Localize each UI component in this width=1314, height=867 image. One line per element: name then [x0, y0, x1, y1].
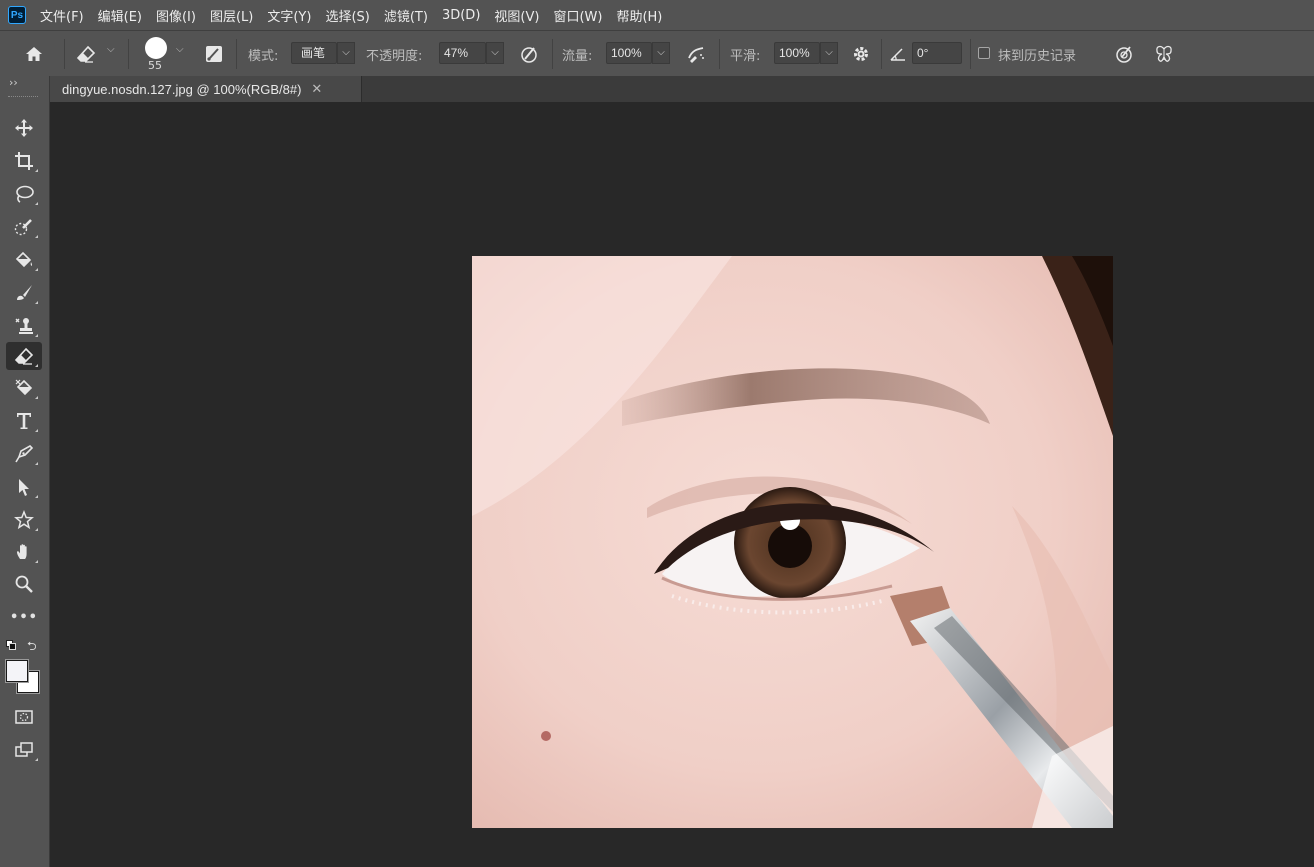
mode-select[interactable]: 画笔: [291, 42, 337, 64]
menu-select[interactable]: 选择(S): [325, 6, 369, 25]
opacity-dropdown-arrow[interactable]: ⌵: [486, 42, 504, 64]
chevron-down-icon[interactable]: ⌵: [176, 44, 184, 55]
eraser-tool[interactable]: [6, 342, 42, 370]
brush-size: 55: [148, 59, 162, 72]
symmetry-butterfly-icon[interactable]: [1152, 42, 1176, 66]
divider: [128, 39, 129, 69]
color-swatches: [5, 659, 46, 700]
swap-colors-icon[interactable]: ⮌: [27, 637, 37, 658]
zoom-tool[interactable]: [6, 570, 42, 598]
default-colors-icon[interactable]: [6, 640, 16, 650]
hand-icon: [17, 544, 27, 559]
pen-tool[interactable]: [6, 440, 42, 468]
divider: [881, 39, 882, 69]
angle-icon: [886, 42, 910, 66]
paint-bucket-icon: [15, 251, 33, 268]
edit-toolbar-more-icon[interactable]: •••: [6, 603, 42, 631]
eraser-preset-icon[interactable]: [74, 42, 98, 66]
menu-type[interactable]: 文字(Y): [267, 6, 311, 25]
divider: [970, 39, 971, 69]
brush-settings-panel-icon[interactable]: [202, 42, 226, 66]
collapse-panel-icon[interactable]: ››: [9, 76, 18, 89]
angle-input[interactable]: 0°: [912, 42, 962, 64]
panel-grip[interactable]: [8, 96, 38, 99]
document-tab-strip: dingyue.nosdn.127.jpg @ 100%(RGB/8#) ✕: [50, 76, 1314, 102]
background-eraser-icon: [15, 379, 33, 396]
erase-to-history-label: 抹到历史记录: [998, 49, 1077, 64]
menu-window[interactable]: 窗口(W): [553, 6, 602, 25]
opacity-input[interactable]: 47%: [439, 42, 486, 64]
custom-shape-icon: [14, 510, 34, 530]
crop-tool[interactable]: [6, 147, 42, 175]
menu-image[interactable]: 图像(I): [156, 6, 196, 25]
custom-shape-tool[interactable]: [6, 506, 42, 534]
divider: [236, 39, 237, 69]
airbrush-icon[interactable]: [684, 42, 708, 66]
mode-label: 模式:: [248, 49, 279, 64]
smoothing-label: 平滑:: [730, 49, 761, 64]
type-icon: [17, 413, 31, 429]
divider: [552, 39, 553, 69]
screen-mode-tool[interactable]: [6, 736, 42, 764]
quick-mask-icon: [15, 710, 33, 724]
erase-to-history-checkbox[interactable]: [978, 47, 990, 59]
close-icon[interactable]: ✕: [311, 82, 322, 97]
document-tab-title: dingyue.nosdn.127.jpg @ 100%(RGB/8#): [62, 81, 302, 97]
quick-selection-icon: [14, 219, 32, 236]
quick-selection-tool[interactable]: [6, 213, 42, 241]
divider: [719, 39, 720, 69]
smoothing-input[interactable]: 100%: [774, 42, 820, 64]
background-eraser-tool[interactable]: [6, 374, 42, 402]
lasso-icon: [16, 185, 34, 203]
mode-dropdown-arrow[interactable]: ⌵: [337, 42, 355, 64]
smoothing-dropdown-arrow[interactable]: ⌵: [820, 42, 838, 64]
brush-icon: [17, 285, 32, 300]
menu-3d[interactable]: 3D(D): [442, 8, 480, 23]
clone-stamp-icon: [15, 318, 33, 334]
hand-tool[interactable]: [6, 538, 42, 566]
flow-dropdown-arrow[interactable]: ⌵: [652, 42, 670, 64]
move-icon: [15, 119, 33, 137]
menu-file[interactable]: 文件(F): [40, 6, 84, 25]
gear-icon[interactable]: [849, 42, 873, 66]
menu-view[interactable]: 视图(V): [494, 6, 539, 25]
tools-panel: ›› ••• ⮌: [0, 76, 50, 867]
photoshop-logo-icon: Ps: [8, 6, 26, 24]
crop-icon: [15, 152, 33, 170]
chevron-down-icon[interactable]: ⌵: [107, 44, 115, 55]
options-bar: ⌵ 55 ⌵ 模式: 画笔 ⌵ 不透明度: 47% ⌵ 流量: 100% ⌵ 平…: [0, 30, 1314, 76]
home-icon[interactable]: [22, 42, 46, 66]
foreground-color-swatch[interactable]: [5, 659, 29, 683]
flow-input[interactable]: 100%: [606, 42, 652, 64]
screen-mode-icon: [15, 742, 33, 757]
zoom-icon: [15, 575, 33, 593]
eraser-icon: [14, 347, 34, 365]
quick-mask-tool[interactable]: [6, 703, 42, 731]
path-selection-icon: [19, 479, 29, 496]
clone-stamp-tool[interactable]: [6, 312, 42, 340]
menu-filter[interactable]: 滤镜(T): [384, 6, 428, 25]
pen-icon: [15, 445, 34, 463]
lasso-tool[interactable]: [6, 180, 42, 208]
document-image[interactable]: [472, 256, 1113, 828]
document-tab[interactable]: dingyue.nosdn.127.jpg @ 100%(RGB/8#) ✕: [50, 76, 362, 102]
pressure-opacity-icon[interactable]: [517, 42, 541, 66]
brush-tip-preview-icon[interactable]: [145, 37, 167, 59]
move-tool[interactable]: [6, 114, 42, 142]
brush-tool[interactable]: [6, 279, 42, 307]
divider: [64, 39, 65, 69]
pressure-size-icon[interactable]: [1112, 42, 1136, 66]
menu-layer[interactable]: 图层(L): [210, 6, 253, 25]
menu-help[interactable]: 帮助(H): [616, 6, 662, 25]
flow-label: 流量:: [562, 49, 593, 64]
path-selection-tool[interactable]: [6, 473, 42, 501]
type-tool[interactable]: [6, 407, 42, 435]
opacity-label: 不透明度:: [366, 49, 423, 64]
eye-makeup-photo: [472, 256, 1113, 828]
paint-bucket-tool[interactable]: [6, 246, 42, 274]
menu-bar: Ps 文件(F) 编辑(E) 图像(I) 图层(L) 文字(Y) 选择(S) 滤…: [0, 0, 1314, 30]
menu-edit[interactable]: 编辑(E): [98, 6, 142, 25]
